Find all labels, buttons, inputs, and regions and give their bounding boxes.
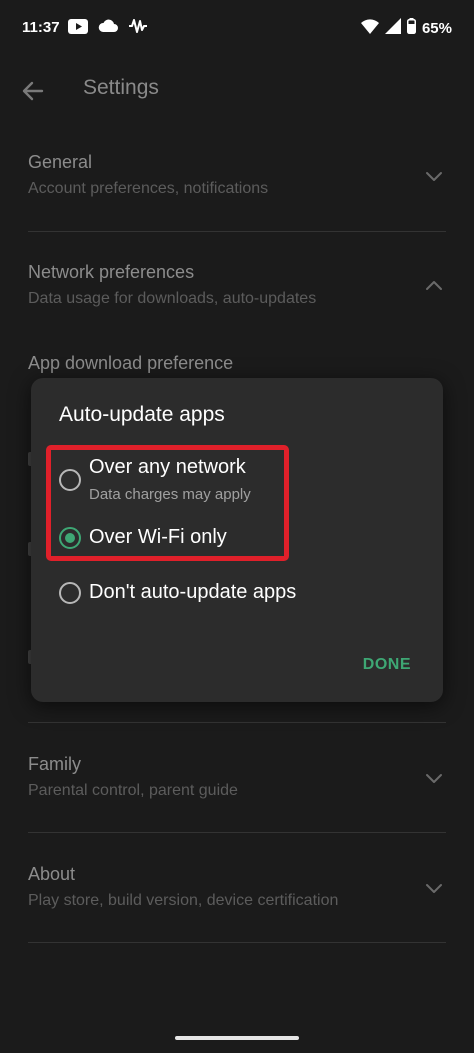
chevron-down-icon — [426, 172, 442, 181]
radio-label: Don't auto-update apps — [89, 581, 297, 603]
settings-item-network-preferences[interactable]: Network preferences Data usage for downl… — [28, 262, 446, 308]
settings-item-about[interactable]: About Play store, build version, device … — [28, 864, 446, 910]
chevron-down-icon — [426, 774, 442, 783]
battery-icon — [406, 18, 416, 38]
status-time: 11:37 — [22, 19, 60, 36]
settings-item-subtitle: Data usage for downloads, auto-updates — [28, 290, 317, 307]
settings-item-family[interactable]: Family Parental control, parent guide — [28, 754, 446, 800]
settings-item-subtitle: Parental control, parent guide — [28, 782, 238, 799]
status-bar: 11:37 65% — [0, 0, 474, 56]
divider — [28, 832, 446, 833]
dialog-title: Auto-update apps — [59, 403, 225, 426]
radio-label: Over Wi-Fi only — [89, 526, 227, 548]
wifi-icon — [360, 18, 379, 38]
back-button[interactable] — [16, 74, 50, 108]
radio-option-over-any-network[interactable]: Over any network Data charges may apply — [59, 456, 419, 508]
home-indicator[interactable] — [175, 1036, 299, 1040]
cloud-icon — [98, 19, 118, 37]
settings-item-app-download-preference[interactable]: App download preference — [28, 353, 233, 374]
radio-button[interactable] — [59, 582, 81, 604]
radio-button[interactable] — [59, 469, 81, 491]
activity-wave-icon — [128, 18, 148, 38]
youtube-icon — [68, 18, 88, 38]
settings-item-title: Network preferences — [28, 262, 195, 282]
settings-item-subtitle: Account preferences, notifications — [28, 180, 269, 197]
signal-icon — [384, 18, 401, 38]
auto-update-dialog: Auto-update apps Over any network Data c… — [31, 378, 443, 702]
divider — [28, 231, 446, 232]
divider — [28, 722, 446, 723]
app-bar: Settings — [0, 56, 474, 122]
status-left-icons — [68, 18, 148, 38]
settings-item-general[interactable]: General Account preferences, notificatio… — [28, 152, 446, 198]
chevron-down-icon — [426, 884, 442, 893]
radio-sublabel: Data charges may apply — [89, 486, 251, 503]
radio-option-over-wifi-only[interactable]: Over Wi-Fi only — [59, 526, 419, 556]
chevron-up-icon — [426, 281, 442, 290]
radio-option-dont-auto-update[interactable]: Don't auto-update apps — [59, 581, 419, 611]
settings-screen: 11:37 65% Settings General Account prefe… — [0, 0, 474, 1053]
radio-button-selected[interactable] — [59, 527, 81, 549]
settings-item-subtitle: Play store, build version, device certif… — [28, 892, 339, 909]
settings-item-title: Family — [28, 754, 81, 774]
status-right-icons: 65% — [360, 18, 452, 38]
settings-item-title: General — [28, 152, 93, 172]
back-arrow-icon — [22, 81, 44, 101]
radio-label: Over any network — [89, 456, 246, 478]
done-button[interactable]: DONE — [361, 652, 413, 678]
settings-item-title: About — [28, 864, 76, 884]
page-title: Settings — [83, 76, 159, 99]
battery-percentage: 65% — [421, 19, 452, 37]
divider — [28, 942, 446, 943]
